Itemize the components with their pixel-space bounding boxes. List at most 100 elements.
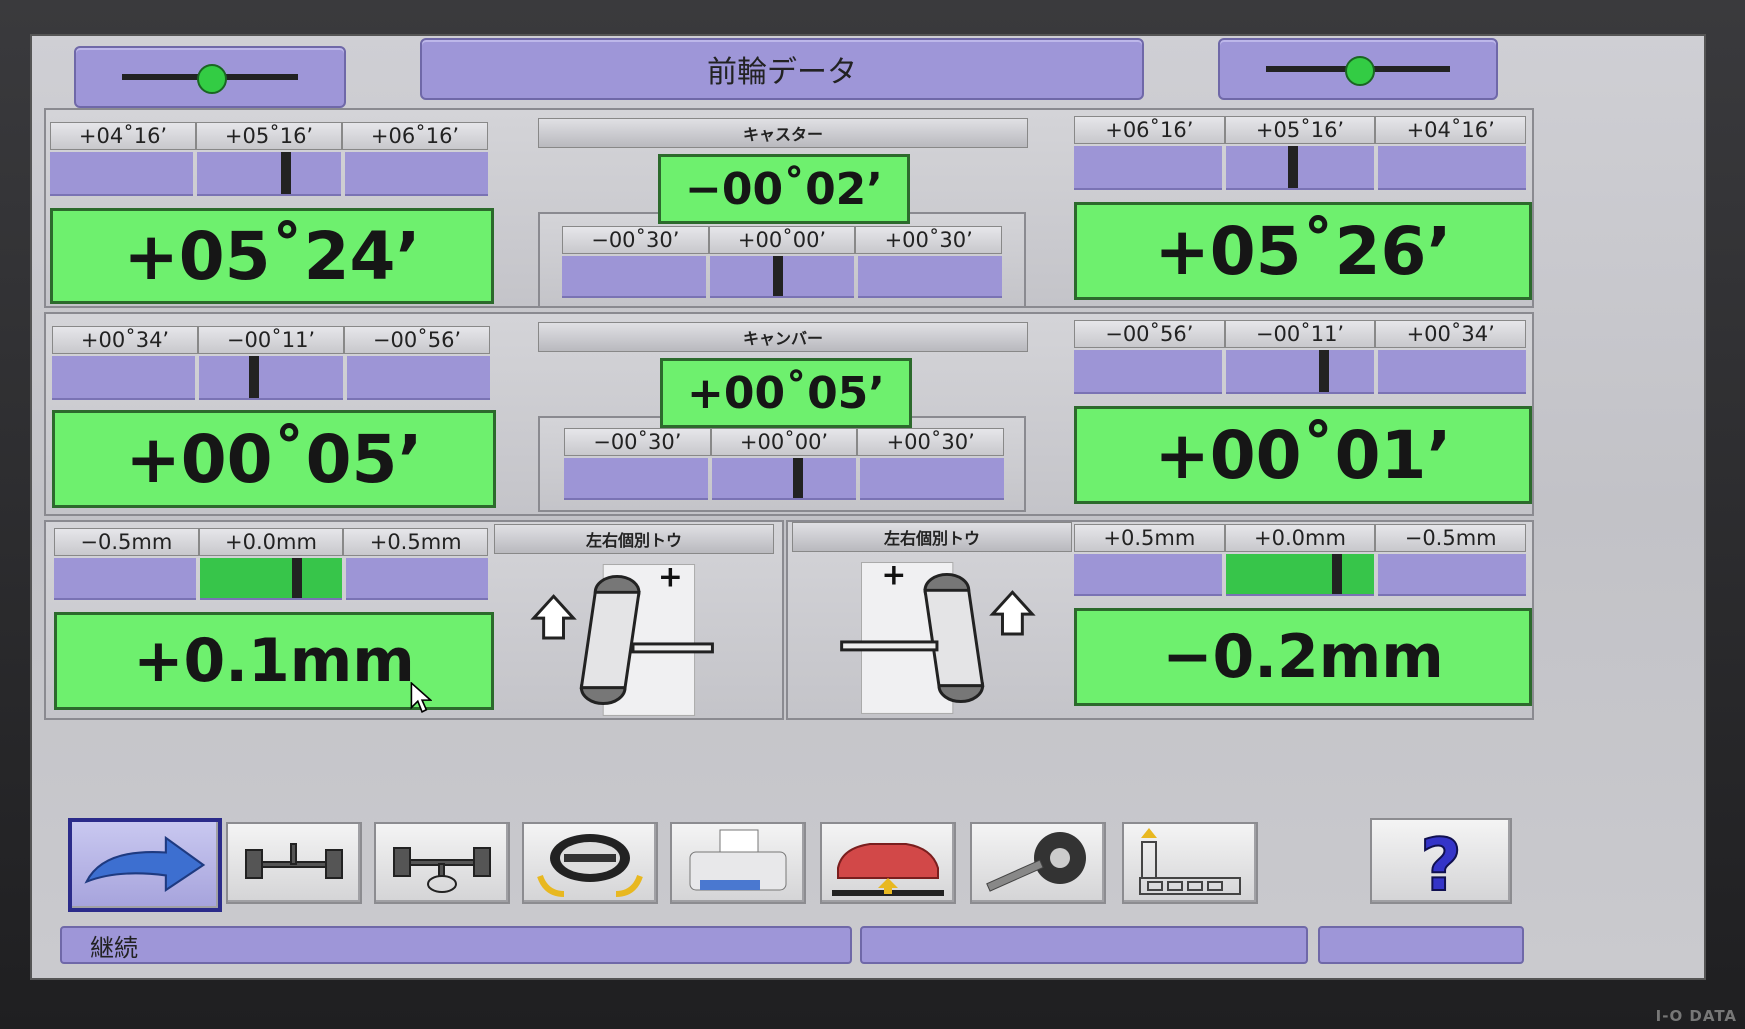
gauge-needle: [1332, 554, 1342, 594]
continue-arrow-icon: [84, 835, 206, 892]
gauge-segment: [1378, 554, 1526, 596]
tick-label: +0.0mm: [198, 528, 344, 556]
gauge-segment: [564, 458, 708, 500]
steering-wheel-icon: [537, 834, 643, 897]
camber-left-value: +00˚05’: [52, 410, 496, 508]
tick-label: +00˚00’: [710, 428, 858, 456]
caster-left-gauge: +04˚16’ +05˚16’ +06˚16’: [50, 122, 488, 196]
continue-button[interactable]: [68, 818, 222, 912]
svg-text:+: +: [881, 557, 906, 592]
steering-button[interactable]: [522, 822, 658, 904]
gauge-segment: [1226, 146, 1374, 190]
caster-label: キャスター: [538, 118, 1028, 148]
axle-icon: [245, 843, 343, 879]
caster-center-value: −00˚02’: [658, 154, 910, 224]
tick-label: +05˚16’: [1224, 116, 1376, 144]
svg-text:+: +: [658, 559, 683, 594]
toe-right-value: −0.2mm: [1074, 608, 1532, 706]
tick-label: −0.5mm: [1375, 524, 1527, 552]
gauge-needle: [291, 558, 302, 598]
maintenance-button[interactable]: [970, 822, 1106, 904]
tick-label: −00˚11’: [198, 326, 344, 354]
gauge-segment: [712, 458, 856, 500]
toe-right-wheel-diagram: +: [840, 557, 1036, 714]
tick-label: +05˚16’: [196, 122, 342, 150]
gauge-segment: [344, 152, 488, 196]
gauge-segment: [1074, 350, 1222, 394]
camber-label: キャンバー: [538, 322, 1028, 352]
gauge-segment: [1226, 350, 1374, 394]
mouse-cursor-icon: [410, 682, 432, 713]
gauge-needle: [248, 356, 259, 398]
gauge-segment: [346, 356, 490, 400]
gauge-needle: [793, 458, 804, 498]
tick-label: −00˚11’: [1224, 320, 1376, 348]
toe-left-label: 左右個別トウ: [494, 524, 774, 554]
gauge-needle: [772, 256, 783, 296]
tick-label: +0.5mm: [343, 528, 489, 556]
camber-center-gauge: −00˚30’ +00˚00’ +00˚30’: [564, 428, 1005, 500]
gauge-segment: [858, 256, 1002, 298]
slider-knob[interactable]: [197, 64, 227, 94]
left-slider[interactable]: [74, 46, 346, 108]
status-field-3: [1318, 926, 1524, 964]
gauge-segment: [50, 152, 194, 196]
tick-label: +00˚34’: [1375, 320, 1527, 348]
tick-label: +06˚16’: [342, 122, 488, 150]
gauge-segment: [562, 256, 706, 298]
tick-label: +0.5mm: [1074, 524, 1225, 552]
help-icon: ?: [1419, 822, 1463, 902]
tick-label: −00˚56’: [1074, 320, 1225, 348]
gauge-needle: [1287, 146, 1298, 188]
slider-knob[interactable]: [1345, 56, 1375, 86]
printer-icon: [689, 829, 787, 891]
toe-left-wheel-diagram: +: [530, 559, 714, 716]
caster-right-value: +05˚26’: [1074, 202, 1532, 300]
level-button[interactable]: [1122, 822, 1258, 904]
camber-right-value: +00˚01’: [1074, 406, 1532, 504]
svg-text:?: ?: [1420, 823, 1462, 902]
tick-label: +0.0mm: [1224, 524, 1376, 552]
caster-center-gauge: −00˚30’ +00˚00’ +00˚30’: [562, 226, 1003, 298]
camber-center-value: +00˚05’: [660, 358, 912, 428]
tick-label: +00˚30’: [855, 226, 1003, 254]
level-icon: [1139, 828, 1241, 895]
up-arrow-icon: [989, 590, 1036, 636]
brand-logo: I-O DATA: [1655, 1007, 1737, 1025]
gauge-segment: [199, 356, 343, 400]
help-button[interactable]: ?: [1370, 818, 1512, 904]
toe-right-gauge: +0.5mm +0.0mm −0.5mm: [1074, 524, 1527, 596]
tick-label: −00˚30’: [562, 226, 709, 254]
gauge-segment: [200, 558, 342, 600]
steering-axle-button[interactable]: [374, 822, 510, 904]
tick-label: +00˚30’: [857, 428, 1005, 456]
tick-label: +06˚16’: [1074, 116, 1225, 144]
gauge-segment: [860, 458, 1004, 500]
alignment-screen: 前輪データ +04˚16’ +05˚16’ +06˚16’ +05˚24’ キャ…: [30, 34, 1706, 980]
up-arrow-icon: [530, 594, 577, 640]
gauge-needle: [1318, 350, 1329, 392]
status-field-2: [860, 926, 1308, 964]
caster-right-gauge: +06˚16’ +05˚16’ +04˚16’: [1074, 116, 1527, 190]
car-lift-icon: [832, 843, 944, 896]
print-button[interactable]: [670, 822, 806, 904]
status-text: 継続: [60, 926, 852, 964]
gauge-segment: [710, 256, 854, 298]
gauge-segment: [1378, 350, 1526, 394]
tick-label: −00˚30’: [564, 428, 711, 456]
tick-label: +04˚16’: [1375, 116, 1527, 144]
gauge-segment: [197, 152, 341, 196]
toe-right-label: 左右個別トウ: [792, 522, 1072, 552]
gauge-segment: [1378, 146, 1526, 190]
tick-label: +00˚00’: [708, 226, 856, 254]
tick-label: +00˚34’: [52, 326, 198, 354]
car-lift-button[interactable]: [820, 822, 956, 904]
axle-button[interactable]: [226, 822, 362, 904]
gauge-segment: [1074, 146, 1222, 190]
gauge-segment: [1074, 554, 1222, 596]
tick-label: +04˚16’: [50, 122, 196, 150]
caster-left-value: +05˚24’: [50, 208, 494, 304]
gauge-segment: [54, 558, 196, 600]
tick-label: −0.5mm: [54, 528, 199, 556]
right-slider[interactable]: [1218, 38, 1498, 100]
